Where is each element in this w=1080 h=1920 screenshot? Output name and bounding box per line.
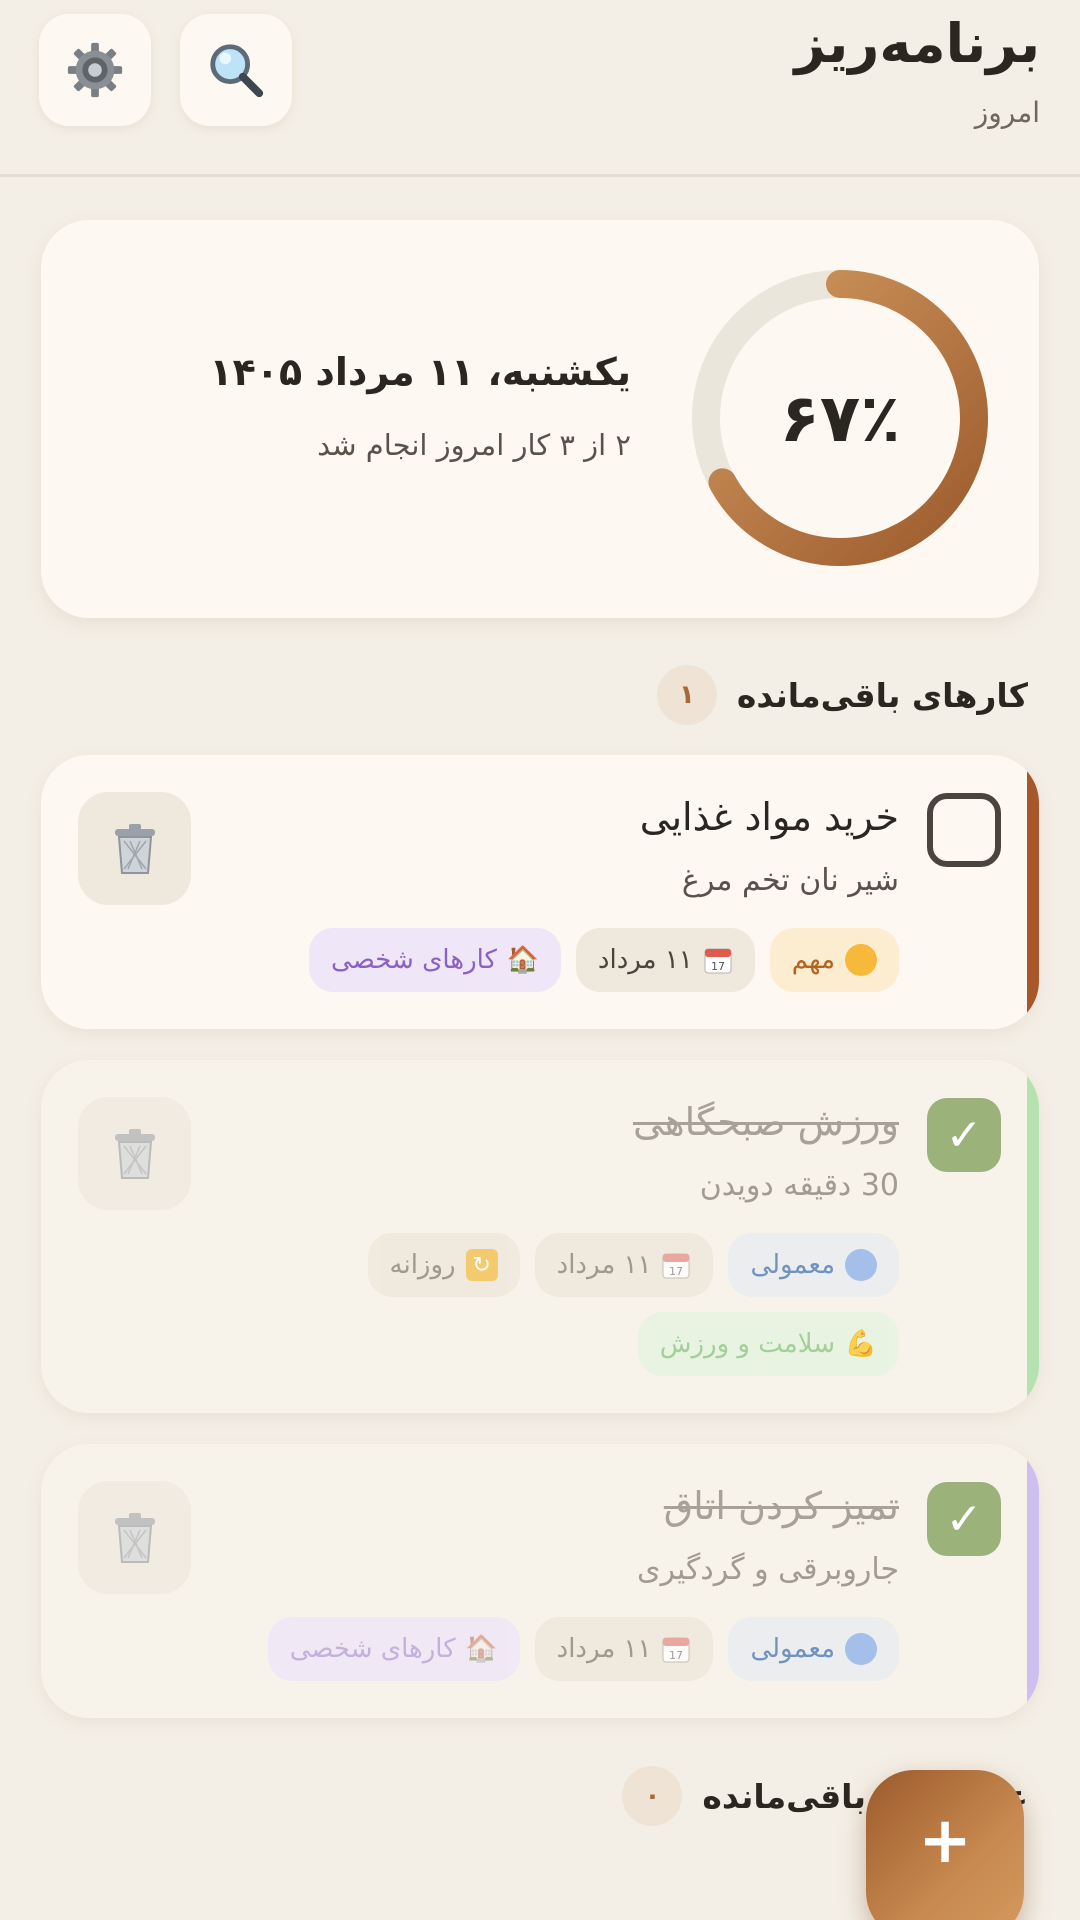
task-description: 30 دقیقه دویدن	[699, 1168, 899, 1203]
yellow-circle-icon	[845, 944, 877, 976]
task-tags: معمولی 17 ۱۱ مرداد ↻ روزانه	[367, 1233, 899, 1297]
count-badge: ۱	[656, 665, 717, 725]
search-icon	[210, 44, 264, 98]
priority-label: معمولی	[750, 1250, 835, 1280]
date-tag: 17 ۱۱ مرداد	[575, 928, 755, 992]
delete-button[interactable]	[78, 1097, 191, 1210]
count-badge: ۰	[622, 1766, 683, 1826]
date-tag: 17 ۱۱ مرداد	[534, 1617, 714, 1681]
task-tags: مهم 17 ۱۱ مرداد 🏠 کارهای شخصی	[309, 928, 899, 992]
date-label: ۱۱ مرداد	[556, 1250, 652, 1280]
task-tags-row-2: 💪 سلامت و ورزش	[637, 1312, 899, 1376]
daily-summary-card: ۶۷٪ یکشنبه، ۱۱ مرداد ۱۴۰۵ ۲ از ۳ کار امر…	[41, 220, 1039, 618]
gear-icon	[67, 42, 123, 98]
task-title: تمیز کردن اتاق	[663, 1484, 899, 1528]
trash-icon	[114, 1128, 155, 1179]
date-label: ۱۱ مرداد	[597, 945, 693, 975]
app-title: برنامه‌ریز	[794, 12, 1040, 75]
progress-percent: ۶۷٪	[779, 379, 901, 457]
priority-tag: معمولی	[728, 1233, 899, 1297]
svg-text:17: 17	[711, 960, 725, 973]
house-icon: 🏠	[506, 945, 540, 975]
priority-tag: معمولی	[728, 1617, 899, 1681]
task-card[interactable]: ✓ تمیز کردن اتاق جاروبرقی و گردگیری معمو…	[41, 1444, 1039, 1718]
category-label: سلامت و ورزش	[659, 1329, 835, 1359]
task-description: جاروبرقی و گردگیری	[636, 1552, 899, 1587]
task-tags: معمولی 17 ۱۱ مرداد 🏠 کارهای شخصی	[267, 1617, 899, 1681]
date-tag: 17 ۱۱ مرداد	[534, 1233, 714, 1297]
search-button[interactable]	[180, 14, 292, 126]
category-tag: 💪 سلامت و ورزش	[637, 1312, 899, 1376]
category-tag: 🏠 کارهای شخصی	[267, 1617, 520, 1681]
task-accent-bar	[1027, 1444, 1039, 1718]
task-accent-bar	[1027, 1060, 1039, 1413]
task-checkbox[interactable]: ✓	[927, 1482, 1001, 1556]
calendar-icon: 17	[662, 1253, 690, 1279]
flexed-biceps-icon: 💪	[844, 1329, 878, 1359]
priority-label: مهم	[791, 945, 835, 975]
calendar-icon: 17	[704, 948, 732, 974]
calendar-icon: 17	[662, 1637, 690, 1663]
priority-label: معمولی	[750, 1634, 835, 1664]
repeat-tag: ↻ روزانه	[367, 1233, 520, 1297]
svg-text:17: 17	[669, 1265, 683, 1278]
delete-button[interactable]	[78, 792, 191, 905]
svg-text:17: 17	[669, 1649, 683, 1662]
task-checkbox[interactable]	[927, 793, 1001, 867]
trash-icon	[114, 823, 155, 874]
settings-button[interactable]	[39, 14, 151, 126]
summary-date: یکشنبه، ۱۱ مرداد ۱۴۰۵	[209, 350, 631, 394]
app-root: برنامه‌ریز امروز	[0, 0, 1080, 1920]
date-label: ۱۱ مرداد	[556, 1634, 652, 1664]
house-icon: 🏠	[465, 1634, 498, 1664]
category-label: کارهای شخصی	[331, 945, 497, 975]
task-title: ورزش صبحگاهی	[632, 1100, 899, 1144]
blue-circle-icon	[845, 1633, 877, 1665]
section-title: کارهای باقی‌مانده	[736, 675, 1028, 715]
repeat-label: روزانه	[389, 1250, 456, 1280]
app-subtitle: امروز	[974, 96, 1040, 129]
app-header: برنامه‌ریز امروز	[0, 0, 1080, 177]
task-description: شیر نان تخم مرغ	[681, 863, 899, 898]
blue-circle-icon	[845, 1249, 877, 1281]
section-header-remaining: کارهای باقی‌مانده ۱	[656, 665, 1028, 725]
delete-button[interactable]	[78, 1481, 191, 1594]
task-card[interactable]: ✓ ورزش صبحگاهی 30 دقیقه دویدن معمولی 17	[41, 1060, 1039, 1413]
task-title: خرید مواد غذایی	[639, 795, 899, 839]
task-accent-bar	[1027, 755, 1039, 1029]
repeat-icon: ↻	[465, 1249, 498, 1281]
task-checkbox[interactable]: ✓	[927, 1098, 1001, 1172]
trash-icon	[114, 1512, 155, 1563]
summary-progress-text: ۲ از ۳ کار امروز انجام شد	[317, 428, 631, 462]
category-label: کارهای شخصی	[289, 1634, 456, 1664]
category-tag: 🏠 کارهای شخصی	[309, 928, 561, 992]
priority-tag: مهم	[769, 928, 899, 992]
add-task-button[interactable]: +	[866, 1770, 1024, 1920]
task-card[interactable]: خرید مواد غذایی شیر نان تخم مرغ مهم 17 ۱…	[41, 755, 1039, 1029]
